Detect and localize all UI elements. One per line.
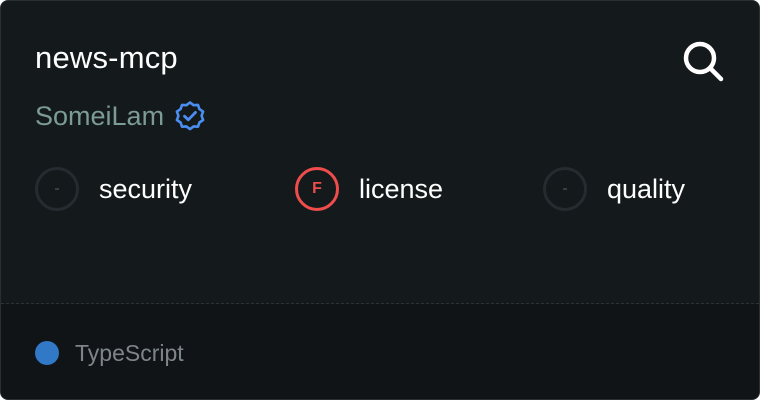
verified-badge-icon (175, 101, 205, 131)
server-card[interactable]: news-mcp SomeiLam - security F license - (0, 0, 760, 400)
search-icon[interactable] (679, 37, 727, 85)
score-quality[interactable]: - quality (543, 164, 685, 214)
license-grade-badge: F (295, 167, 339, 211)
license-label: license (359, 173, 444, 204)
language-info: TypeScript (35, 339, 184, 367)
card-header: news-mcp SomeiLam - security F license - (1, 1, 759, 303)
security-grade-badge: - (35, 167, 79, 211)
card-footer: TypeScript (1, 304, 759, 399)
security-label: security (99, 173, 193, 204)
scores-row: - security F license - quality (1, 164, 759, 214)
server-name[interactable]: news-mcp (35, 39, 178, 77)
quality-label: quality (607, 173, 686, 204)
language-color-dot (35, 341, 59, 365)
author-row: SomeiLam (35, 98, 206, 134)
quality-grade-badge: - (543, 167, 587, 211)
score-license[interactable]: F license (295, 164, 443, 214)
score-security[interactable]: - security (35, 164, 192, 214)
language-name: TypeScript (75, 339, 184, 366)
author-name[interactable]: SomeiLam (35, 98, 164, 134)
